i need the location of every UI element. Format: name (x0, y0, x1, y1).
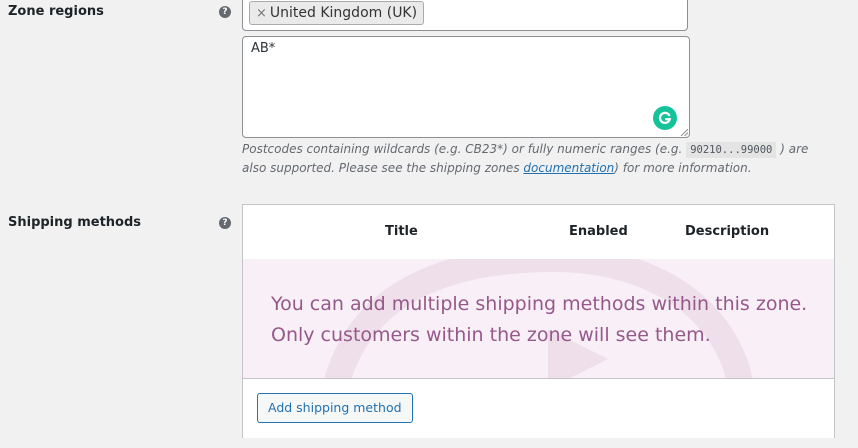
hint-part3: ) for more information. (614, 161, 752, 175)
documentation-link[interactable]: documentation (523, 161, 614, 175)
postcodes-value: AB* (251, 41, 276, 56)
column-description: Description (685, 224, 770, 239)
postcodes-textarea[interactable]: AB* (242, 36, 690, 138)
grammarly-icon[interactable] (653, 106, 677, 130)
region-chip-label: United Kingdom (UK) (269, 5, 418, 21)
blank-state-line-1: You can add multiple shipping methods wi… (271, 293, 808, 315)
blank-state-message: You can add multiple shipping methods wi… (271, 289, 831, 351)
remove-chip-icon[interactable]: × (256, 6, 267, 21)
help-icon[interactable]: ? (219, 217, 231, 229)
resize-grip-icon[interactable] (680, 128, 688, 136)
hint-part1: Postcodes containing wildcards (e.g. CB2… (242, 142, 683, 156)
blank-state: You can add multiple shipping methods wi… (243, 259, 834, 378)
table-header: Title Enabled Description (243, 205, 834, 260)
table-footer: Add shipping method (243, 378, 834, 438)
add-shipping-method-button[interactable]: Add shipping method (257, 393, 413, 423)
region-chip: × United Kingdom (UK) (249, 1, 425, 25)
zone-regions-select[interactable]: × United Kingdom (UK) (242, 0, 688, 31)
blank-state-line-2: Only customers within the zone will see … (271, 324, 711, 346)
postcodes-description: Postcodes containing wildcards (e.g. CB2… (242, 140, 812, 177)
zone-regions-label: Zone regions (8, 4, 104, 19)
column-title: Title (385, 224, 418, 239)
hint-code: 90210...99000 (686, 142, 777, 158)
column-enabled: Enabled (569, 224, 628, 239)
shipping-methods-table: Title Enabled Description You can add mu… (242, 204, 835, 438)
shipping-methods-label: Shipping methods (8, 215, 142, 230)
help-icon[interactable]: ? (219, 6, 231, 18)
